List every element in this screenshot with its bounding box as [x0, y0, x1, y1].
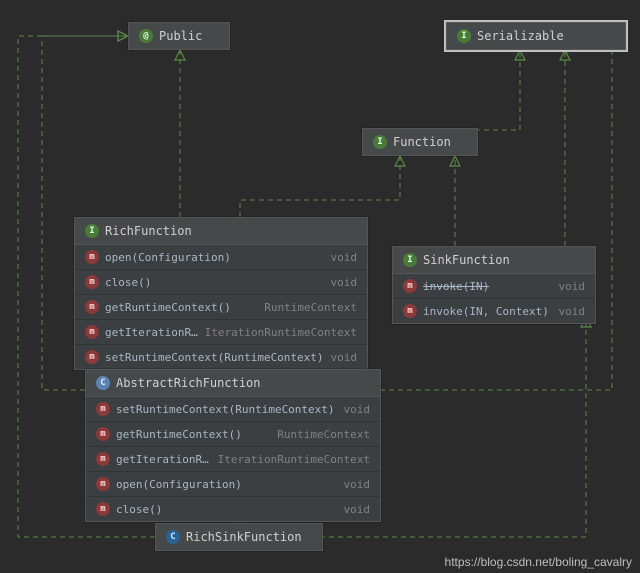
- method-icon: m: [403, 304, 417, 318]
- method-row: mgetIterationRuntimeContext()IterationRu…: [86, 446, 380, 471]
- method-row: minvoke(IN)void: [393, 274, 595, 298]
- node-title: AbstractRichFunction: [116, 376, 261, 390]
- method-icon: m: [85, 350, 99, 364]
- method-icon: m: [85, 250, 99, 264]
- class-icon: C: [166, 530, 180, 544]
- node-sinkfunction[interactable]: I SinkFunction minvoke(IN)void minvoke(I…: [392, 246, 596, 324]
- node-serializable[interactable]: I Serializable: [446, 22, 626, 50]
- method-row: mclose()void: [75, 269, 367, 294]
- method-icon: m: [96, 502, 110, 516]
- node-title: RichSinkFunction: [186, 530, 302, 544]
- node-public[interactable]: @ Public: [128, 22, 230, 50]
- method-icon: m: [85, 325, 99, 339]
- method-icon: m: [96, 427, 110, 441]
- node-header: I Serializable: [447, 23, 625, 49]
- interface-icon: I: [457, 29, 471, 43]
- node-title: SinkFunction: [423, 253, 510, 267]
- node-header: C RichSinkFunction: [156, 524, 322, 550]
- method-row: mgetRuntimeContext()RuntimeContext: [75, 294, 367, 319]
- interface-icon: I: [85, 224, 99, 238]
- node-header: I Function: [363, 129, 477, 155]
- uml-canvas: { "watermark":"https://blog.csdn.net/bol…: [0, 0, 640, 573]
- method-row: mopen(Configuration)void: [75, 245, 367, 269]
- method-icon: m: [96, 402, 110, 416]
- method-icon: m: [96, 452, 110, 466]
- method-icon: m: [96, 477, 110, 491]
- method-row: msetRuntimeContext(RuntimeContext)void: [75, 344, 367, 369]
- interface-icon: I: [403, 253, 417, 267]
- node-richfunction[interactable]: I RichFunction mopen(Configuration)void …: [74, 217, 368, 370]
- method-icon: m: [403, 279, 417, 293]
- node-richsinkfunction[interactable]: C RichSinkFunction: [155, 523, 323, 551]
- abstract-class-icon: C: [96, 376, 110, 390]
- method-list: mopen(Configuration)void mclose()void mg…: [75, 245, 367, 369]
- method-row: mgetRuntimeContext()RuntimeContext: [86, 421, 380, 446]
- node-title: Function: [393, 135, 451, 149]
- method-row: minvoke(IN, Context)void: [393, 298, 595, 323]
- method-icon: m: [85, 300, 99, 314]
- method-row: mclose()void: [86, 496, 380, 521]
- annotation-icon: @: [139, 29, 153, 43]
- method-list: minvoke(IN)void minvoke(IN, Context)void: [393, 274, 595, 323]
- node-function[interactable]: I Function: [362, 128, 478, 156]
- node-title: Public: [159, 29, 202, 43]
- method-row: mopen(Configuration)void: [86, 471, 380, 496]
- node-header: C AbstractRichFunction: [86, 370, 380, 397]
- interface-icon: I: [373, 135, 387, 149]
- node-title: Serializable: [477, 29, 564, 43]
- node-header: @ Public: [129, 23, 229, 49]
- node-abstractrichfunction[interactable]: C AbstractRichFunction msetRuntimeContex…: [85, 369, 381, 522]
- method-icon: m: [85, 275, 99, 289]
- method-row: msetRuntimeContext(RuntimeContext)void: [86, 397, 380, 421]
- method-list: msetRuntimeContext(RuntimeContext)void m…: [86, 397, 380, 521]
- node-header: I SinkFunction: [393, 247, 595, 274]
- method-row: mgetIterationRuntimeContext()IterationRu…: [75, 319, 367, 344]
- node-header: I RichFunction: [75, 218, 367, 245]
- watermark-text: https://blog.csdn.net/boling_cavalry: [445, 555, 632, 569]
- node-title: RichFunction: [105, 224, 192, 238]
